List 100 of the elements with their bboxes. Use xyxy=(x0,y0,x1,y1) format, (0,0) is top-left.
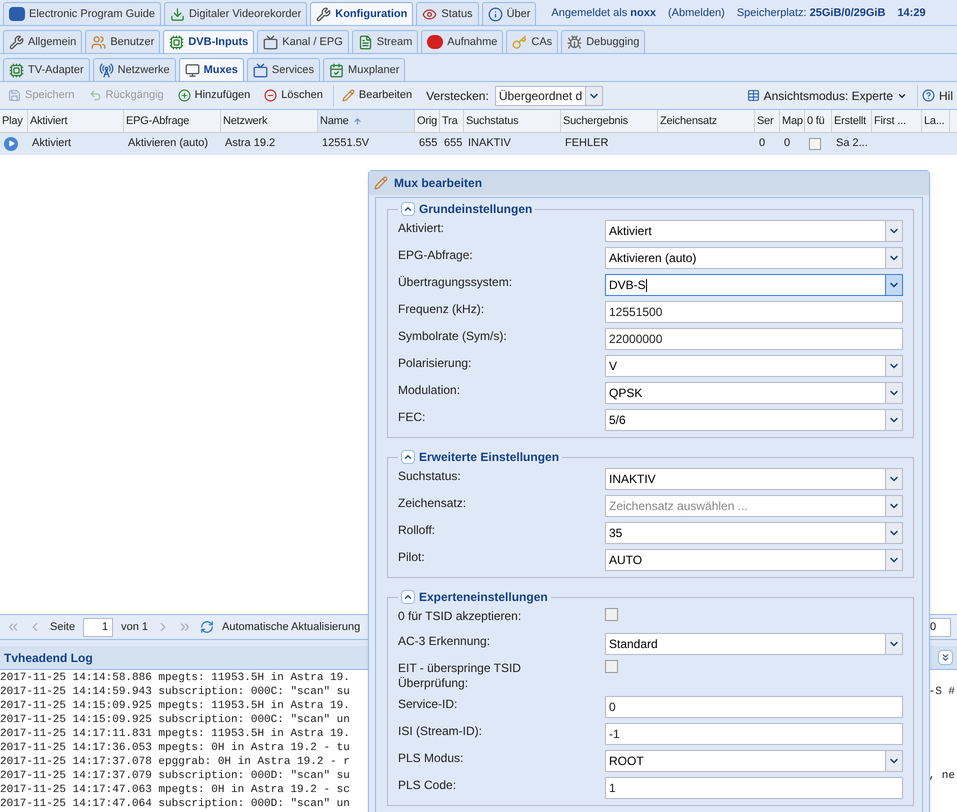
tab[interactable]: Muxes xyxy=(178,58,244,81)
toolbar-button[interactable]: Bearbeiten xyxy=(332,84,416,106)
log-line: 2017-11-25 14:17:47.064 subscription: 000D: "scan" un xyxy=(0,797,350,811)
tab[interactable]: Allgemein xyxy=(3,30,82,53)
column-header[interactable]: Suchstatus xyxy=(464,110,561,132)
tab[interactable]: CAs xyxy=(506,30,558,53)
pencil-icon xyxy=(374,176,388,190)
dropdown-field[interactable]: AUTO xyxy=(605,549,903,571)
tab[interactable]: Digitaler Videorekorder xyxy=(164,2,308,25)
column-header[interactable]: Erstellt xyxy=(832,110,872,132)
input-field[interactable]: -1 xyxy=(605,723,903,745)
tab[interactable]: Services xyxy=(246,58,320,81)
dropdown-field[interactable]: ROOT xyxy=(605,750,903,772)
collapse-icon[interactable] xyxy=(938,650,953,665)
dropdown-field[interactable]: QPSK xyxy=(605,382,903,404)
dropdown-field[interactable]: 35 xyxy=(605,522,903,544)
dialog-title: Mux bearbeiten xyxy=(394,175,482,192)
help-button[interactable]: Hil xyxy=(917,84,953,106)
field-label: Symbolrate (Sym/s): xyxy=(398,329,508,344)
input-field[interactable]: 1 xyxy=(605,777,903,799)
dropdown-field[interactable]: Aktiviert xyxy=(605,220,903,242)
tv-icon xyxy=(263,34,278,50)
column-header[interactable]: Zeichensatz xyxy=(658,110,755,132)
dropdown-field[interactable]: V xyxy=(605,355,903,377)
tab[interactable]: Electronic Program Guide xyxy=(3,2,161,25)
login-status: Angemeldet als noxx xyxy=(551,6,656,21)
log-line: 2017-11-25 14:17:37.078 epggrab: 0H in Astra 19.2 - r xyxy=(0,755,350,769)
dropdown-field[interactable]: 5/6 xyxy=(605,409,903,431)
field-label: PLS Code: xyxy=(398,778,458,793)
sort-arrow-icon xyxy=(352,116,362,126)
toolbar-button[interactable]: Hinzufügen xyxy=(174,84,254,106)
tab[interactable]: TV-Adapter xyxy=(3,58,90,81)
column-header[interactable]: Orig xyxy=(415,110,440,132)
field-label: PLS Modus: xyxy=(398,751,464,766)
tab[interactable]: Muxplaner xyxy=(323,58,406,81)
column-header[interactable]: EPG-Abfrage xyxy=(124,110,221,132)
antenna-icon xyxy=(98,62,114,78)
monitor-icon xyxy=(184,62,200,78)
toolbar-button[interactable]: Löschen xyxy=(260,84,327,106)
play-icon[interactable] xyxy=(4,136,18,150)
log-line: 2017-11-25 14:17:36.053 mpegts: 0H in Astra 19.2 - tu xyxy=(0,741,350,755)
dropdown-field[interactable]: DVB-S xyxy=(605,274,903,296)
tab[interactable]: Benutzer xyxy=(85,30,160,53)
table-row[interactable]: Aktiviert Aktivieren (auto) Astra 19.2 12551.5V 655 655 INAKTIV FEHLER 0 0 Sa 2... xyxy=(0,133,957,155)
field-label: Modulation: xyxy=(398,383,462,398)
input-field[interactable]: 0 xyxy=(605,696,903,718)
tab[interactable]: Über xyxy=(482,2,536,25)
column-header[interactable]: Name xyxy=(318,110,415,132)
help-icon xyxy=(922,89,935,102)
log-line: 2017-11-25 14:15:09.925 subscription: 000C: "scan" un xyxy=(0,713,350,727)
tab[interactable]: Status xyxy=(416,2,479,25)
page-input[interactable]: 1 xyxy=(83,618,114,636)
group-title: Experteneinstellungen xyxy=(419,589,548,606)
column-header[interactable]: Ser xyxy=(755,110,780,132)
calendar-icon xyxy=(329,62,344,78)
column-header[interactable]: 0 fü xyxy=(805,110,832,132)
field-label: Service-ID: xyxy=(398,697,458,712)
field-label: Pilot: xyxy=(398,550,426,565)
column-header[interactable]: Aktiviert xyxy=(28,110,124,132)
dropdown-field[interactable]: Zeichensatz auswählen ... xyxy=(605,495,903,517)
collapse-icon[interactable] xyxy=(401,202,415,216)
field-label: Übertragungssystem: xyxy=(398,275,514,290)
input-field[interactable]: 12551500 xyxy=(605,301,903,323)
column-header[interactable]: First ... xyxy=(872,110,922,132)
column-header[interactable]: Suchergebnis xyxy=(561,110,658,132)
view-mode-button[interactable]: Ansichtsmodus: Experte xyxy=(742,84,911,106)
tab[interactable]: Kanal / EPG xyxy=(257,30,349,53)
checkbox[interactable] xyxy=(605,660,618,673)
checkbox[interactable] xyxy=(809,138,821,150)
tab[interactable]: Stream xyxy=(352,30,418,53)
dropdown-field[interactable]: Standard xyxy=(605,633,903,655)
save-icon xyxy=(8,89,21,102)
users-icon xyxy=(91,34,106,50)
column-header[interactable]: Play xyxy=(0,110,28,132)
tab[interactable]: Aufnahme xyxy=(421,30,504,53)
refresh-icon[interactable] xyxy=(200,620,214,634)
column-header[interactable]: La... xyxy=(922,110,950,132)
dropdown-field[interactable]: Aktivieren (auto) xyxy=(605,247,903,269)
table-cell-text: INAKTIV xyxy=(468,136,511,152)
tab[interactable]: Netzwerke xyxy=(92,58,176,81)
field-label: AC-3 Erkennung: xyxy=(398,634,492,649)
wrench-icon xyxy=(316,6,332,22)
collapse-icon[interactable] xyxy=(401,590,415,604)
field-label: Frequenz (kHz): xyxy=(398,302,486,317)
tab[interactable]: DVB-Inputs xyxy=(163,30,254,53)
table-icon xyxy=(746,89,760,102)
hide-dropdown[interactable]: Übergeordnet d xyxy=(494,86,604,106)
input-field[interactable]: 22000000 xyxy=(605,328,903,350)
logout-link[interactable]: (Abmelden) xyxy=(668,4,725,22)
dropdown-field[interactable]: INAKTIV xyxy=(605,468,903,490)
column-header[interactable]: Tra xyxy=(440,110,464,132)
column-header[interactable]: Map xyxy=(780,110,805,132)
collapse-icon[interactable] xyxy=(401,450,415,464)
tab[interactable]: Debugging xyxy=(561,30,646,53)
checkbox[interactable] xyxy=(605,608,618,621)
field-label: EPG-Abfrage: xyxy=(398,248,474,263)
table-cell-text: Aktivieren (auto) xyxy=(128,136,208,152)
page-label: Seite xyxy=(50,620,76,635)
eye-icon xyxy=(422,6,438,22)
tab[interactable]: Konfiguration xyxy=(310,2,414,25)
